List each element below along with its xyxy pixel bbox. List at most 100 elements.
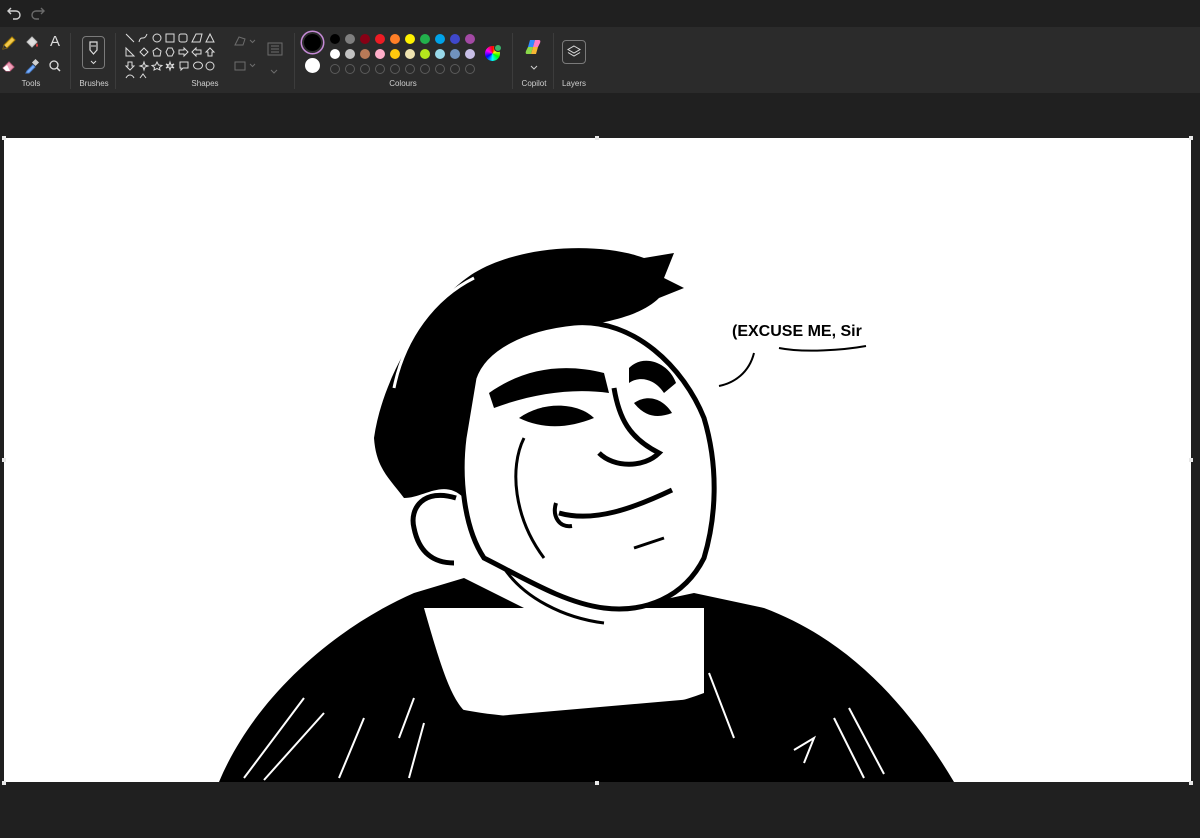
copilot-group-label: Copilot (521, 79, 547, 88)
status-bar (0, 826, 1200, 838)
chevron-down-icon (90, 60, 97, 65)
color-swatch[interactable] (390, 34, 400, 44)
custom-color-slot[interactable] (465, 64, 475, 74)
four-point-star-shape-icon (138, 60, 150, 72)
curve-shape-icon (138, 33, 148, 43)
chevron-down-icon (249, 39, 256, 44)
color-swatch[interactable] (375, 34, 385, 44)
undo-icon[interactable] (6, 5, 22, 21)
copilot-icon[interactable] (524, 38, 544, 58)
left-arrow-shape-icon (191, 46, 202, 58)
rounded-rectangle-shape-icon (178, 33, 188, 43)
divider (294, 33, 295, 89)
layers-group-label: Layers (561, 79, 586, 88)
custom-color-slot[interactable] (405, 64, 415, 74)
color-swatch[interactable] (330, 34, 340, 44)
custom-color-slot[interactable] (375, 64, 385, 74)
color-swatch[interactable] (390, 49, 400, 59)
resize-handle-left[interactable] (2, 458, 6, 462)
custom-color-slot[interactable] (360, 64, 370, 74)
right-arrow-shape-icon (178, 46, 189, 58)
custom-color-slot[interactable] (435, 64, 445, 74)
color-swatch[interactable] (345, 49, 355, 59)
custom-color-slot[interactable] (345, 64, 355, 74)
down-arrow-shape-icon (124, 61, 136, 71)
shapes-gallery[interactable] (124, 32, 218, 79)
chevron-down-icon (249, 63, 256, 68)
shapes-group-label: Shapes (191, 79, 219, 88)
color-swatch[interactable] (345, 34, 355, 44)
pentagon-shape-icon (152, 47, 162, 57)
custom-color-slot[interactable] (390, 64, 400, 74)
layers-button[interactable] (562, 40, 586, 64)
rectangular-callout-shape-icon (179, 61, 189, 72)
lightning-shape-icon (139, 73, 147, 79)
tools-group-label: Tools (21, 79, 41, 88)
pencil-icon[interactable] (0, 34, 18, 52)
title-bar (0, 0, 1200, 27)
five-point-star-shape-icon (150, 60, 164, 71)
brushes-group-label: Brushes (79, 79, 109, 88)
color-swatch[interactable] (375, 49, 385, 59)
color-swatch[interactable] (420, 34, 430, 44)
divider (553, 33, 554, 89)
color-swatch[interactable] (330, 49, 340, 59)
brush-icon (89, 41, 98, 65)
chevron-down-icon[interactable] (529, 58, 539, 70)
colours-group-label: Colours (389, 79, 417, 88)
up-arrow-shape-icon (204, 47, 216, 57)
custom-color-slot[interactable] (330, 64, 340, 74)
color-picker-icon[interactable] (23, 57, 41, 75)
ear-shape (410, 492, 457, 566)
shape-outline-dropdown[interactable] (233, 35, 257, 53)
shape-fill-dropdown[interactable] (233, 59, 257, 77)
color-swatch[interactable] (465, 49, 475, 59)
color-swatch[interactable] (360, 34, 370, 44)
color-swatch[interactable] (360, 49, 370, 59)
resize-handle-top-left[interactable] (2, 136, 6, 140)
current-color-swatch[interactable] (304, 34, 321, 51)
right-triangle-shape-icon (125, 46, 136, 57)
hexagon-shape-icon (165, 47, 175, 57)
resize-handle-bottom-right[interactable] (1189, 781, 1193, 785)
color-swatch[interactable] (450, 49, 460, 59)
resize-handle-bottom[interactable] (595, 781, 599, 785)
redo-icon[interactable] (30, 5, 46, 21)
layers-icon (567, 45, 581, 57)
cloud-callout-shape-icon (205, 61, 215, 71)
chevron-down-icon[interactable] (268, 63, 280, 81)
eraser-icon[interactable] (0, 57, 18, 75)
brushes-button[interactable] (82, 36, 105, 69)
diamond-shape-icon (139, 47, 149, 57)
rectangle-shape-icon (165, 33, 175, 43)
text-tool-icon[interactable]: A (46, 33, 64, 51)
resize-handle-top[interactable] (595, 136, 599, 140)
color-swatch[interactable] (435, 49, 445, 59)
color-swatch[interactable] (450, 34, 460, 44)
line-size-icon[interactable] (267, 42, 283, 60)
resize-handle-right[interactable] (1189, 458, 1193, 462)
color-swatch[interactable] (435, 34, 445, 44)
resize-handle-top-right[interactable] (1189, 136, 1193, 140)
color-swatch[interactable] (465, 34, 475, 44)
drawing-image: (EXCUSE ME, Sir (219, 248, 954, 782)
resize-handle-bottom-left[interactable] (2, 781, 6, 785)
edit-colors-icon[interactable] (485, 44, 502, 61)
custom-color-slot[interactable] (420, 64, 430, 74)
face-shape (459, 320, 717, 612)
heart-shape-icon (125, 74, 135, 79)
six-point-star-shape-icon (165, 60, 175, 72)
color-swatch[interactable] (405, 34, 415, 44)
oval-callout-shape-icon (193, 61, 203, 70)
oval-shape-icon (152, 33, 162, 43)
drawing-canvas[interactable]: (EXCUSE ME, Sir (4, 138, 1191, 782)
color-swatch[interactable] (405, 49, 415, 59)
custom-color-slot[interactable] (450, 64, 460, 74)
secondary-color-swatch[interactable] (305, 58, 320, 73)
color-swatch[interactable] (420, 49, 430, 59)
magnifier-icon[interactable] (46, 57, 64, 75)
fill-bucket-icon[interactable] (23, 34, 41, 52)
divider (70, 33, 71, 89)
divider (512, 33, 513, 89)
speech-tail (718, 352, 755, 387)
